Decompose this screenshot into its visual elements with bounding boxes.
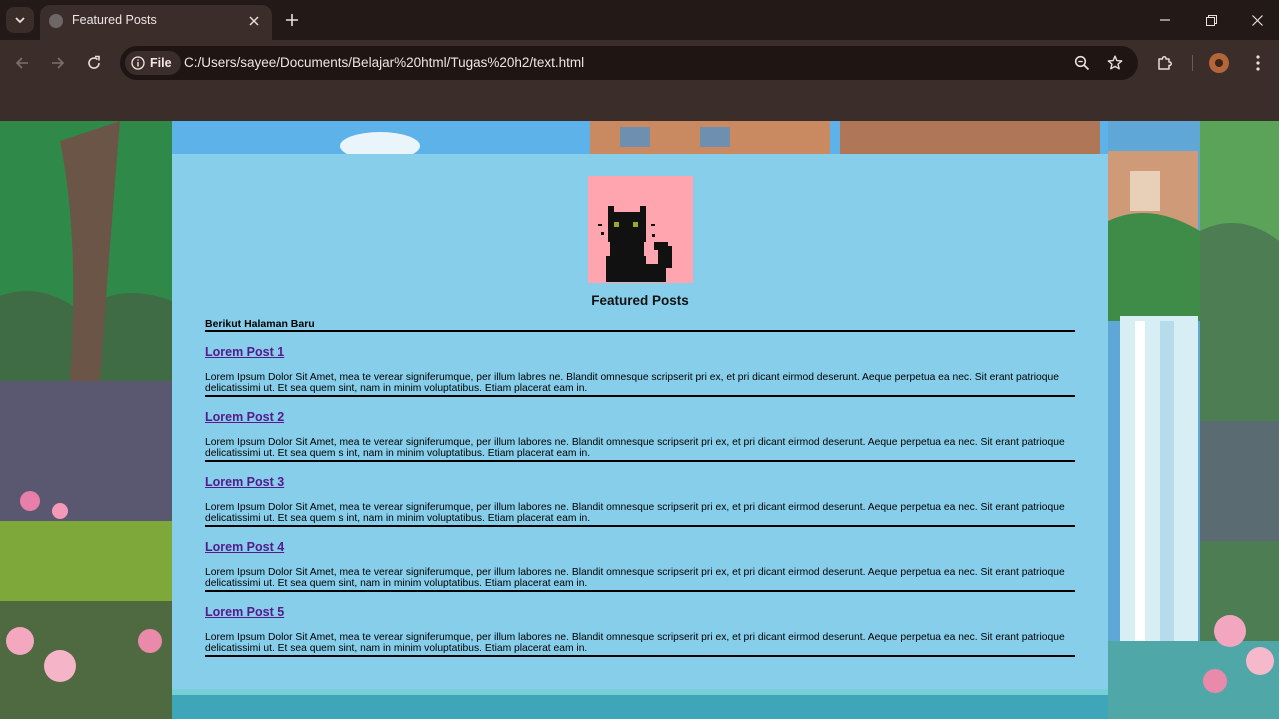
black-cat-icon <box>598 206 672 282</box>
back-button[interactable] <box>10 51 34 75</box>
active-tab[interactable]: Featured Posts <box>40 5 272 40</box>
post-body: Lorem Ipsum Dolor Sit Amet, mea te verea… <box>205 632 1075 657</box>
post-body: Lorem Ipsum Dolor Sit Amet, mea te verea… <box>205 567 1075 592</box>
restore-icon <box>1205 14 1217 26</box>
content-card: Featured Posts Berikut Halaman Baru Lore… <box>172 154 1108 689</box>
close-icon <box>249 16 259 26</box>
intro-text: Berikut Halaman Baru <box>205 318 1075 332</box>
globe-icon <box>49 14 63 28</box>
post-title-link[interactable]: Lorem Post 4 <box>205 540 284 554</box>
info-icon <box>131 56 145 70</box>
new-tab-button[interactable] <box>282 10 302 30</box>
post-title-link[interactable]: Lorem Post 3 <box>205 475 284 489</box>
site-info-label: File <box>150 56 172 70</box>
minimize-button[interactable] <box>1153 8 1177 32</box>
close-window-button[interactable] <box>1245 8 1269 32</box>
chevron-down-icon <box>15 17 25 24</box>
reload-button[interactable] <box>82 51 106 75</box>
post-body: Lorem Ipsum Dolor Sit Amet, mea te verea… <box>205 437 1075 462</box>
tab-search-button[interactable] <box>6 7 34 33</box>
arrow-right-icon <box>52 57 65 69</box>
toolbar-divider <box>1192 55 1193 71</box>
post-body: Lorem Ipsum Dolor Sit Amet, mea te verea… <box>205 372 1075 397</box>
minimize-icon <box>1160 19 1170 21</box>
address-bar[interactable]: File C:/Users/sayee/Documents/Belajar%20… <box>120 46 1138 80</box>
bookmark-button[interactable] <box>1105 53 1125 73</box>
zoom-icon <box>1074 55 1090 71</box>
toolbar-spacer <box>0 86 1279 121</box>
kebab-menu-icon <box>1256 55 1260 71</box>
toolbar: File C:/Users/sayee/Documents/Belajar%20… <box>0 40 1279 86</box>
cat-logo-image <box>588 176 693 283</box>
reload-icon <box>88 55 100 69</box>
url-text[interactable]: C:/Users/sayee/Documents/Belajar%20html/… <box>184 55 584 70</box>
plus-icon <box>286 14 298 26</box>
site-info-chip[interactable]: File <box>125 51 181 75</box>
profile-avatar[interactable] <box>1209 53 1229 73</box>
post-title-link[interactable]: Lorem Post 1 <box>205 345 284 359</box>
forward-button[interactable] <box>46 51 70 75</box>
post-body: Lorem Ipsum Dolor Sit Amet, mea te verea… <box>205 502 1075 527</box>
close-icon <box>1251 14 1263 26</box>
browser-menu-button[interactable] <box>1246 51 1270 75</box>
zoom-button[interactable] <box>1072 53 1092 73</box>
avatar-icon <box>1215 59 1223 67</box>
tab-strip: Featured Posts <box>0 0 1279 40</box>
page-viewport: Featured Posts Berikut Halaman Baru Lore… <box>0 121 1279 719</box>
post-title-link[interactable]: Lorem Post 2 <box>205 410 284 424</box>
puzzle-icon <box>1158 56 1172 70</box>
arrow-left-icon <box>15 57 28 69</box>
post-title-link[interactable]: Lorem Post 5 <box>205 605 284 619</box>
extensions-button[interactable] <box>1153 51 1177 75</box>
tab-title: Featured Posts <box>72 13 157 27</box>
restore-button[interactable] <box>1199 8 1223 32</box>
page-title: Featured Posts <box>591 293 689 308</box>
star-icon <box>1107 55 1123 70</box>
tab-close-button[interactable] <box>246 13 262 29</box>
